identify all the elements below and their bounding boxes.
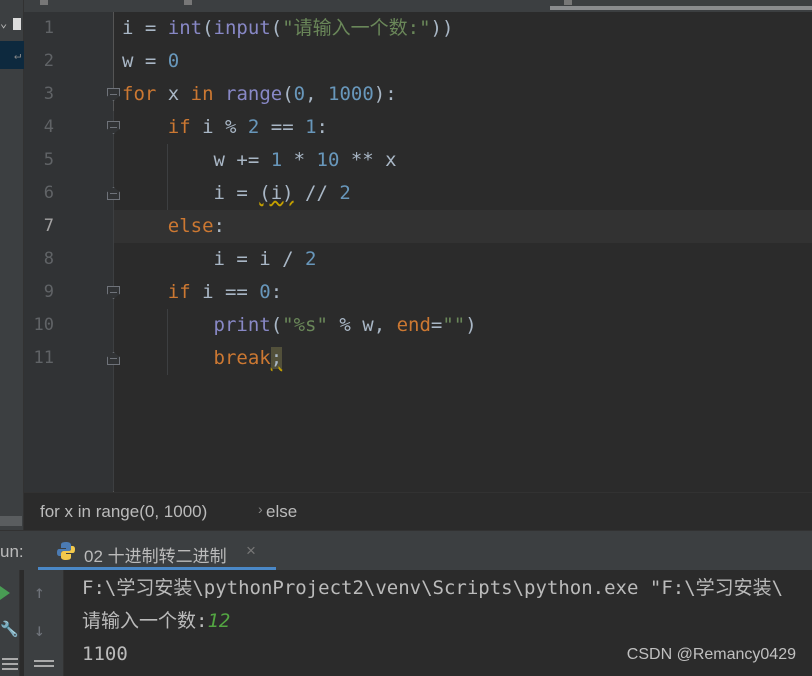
code-line[interactable]: 10 print("%s" % w, end="") [24,309,812,342]
tab-active-indicator[interactable] [550,6,812,10]
line-number: 4 [43,117,54,137]
breadcrumb: for x in range(0, 1000) › else [24,492,812,530]
code-line-current[interactable]: 7 else: [24,210,812,243]
run-toolbar-right: ↑ ↓ [24,570,64,676]
line-number: 6 [43,183,54,203]
return-icon: ↵ [14,48,22,62]
line-number: 11 [33,348,54,368]
fold-end-marker-icon[interactable] [107,352,120,365]
rerun-icon[interactable] [0,586,10,600]
soft-wrap-icon[interactable] [34,660,54,662]
breadcrumb-item-for-loop[interactable]: for x in range(0, 1000) [40,502,207,522]
code-line[interactable]: 5 w += 1 * 10 ** x [24,144,812,177]
fold-end-marker-icon[interactable] [107,187,120,200]
code-line[interactable]: 6 i = (i) // 2 [24,177,812,210]
line-number: 3 [43,84,54,104]
code-text[interactable]: for x in range(0, 1000): [122,78,397,111]
code-text[interactable]: i = i / 2 [122,243,317,276]
breadcrumb-item-else[interactable]: else [266,502,297,522]
tab-file-icon [564,0,572,5]
code-text[interactable]: w = 0 [122,45,179,78]
code-line[interactable]: 4 if i % 2 == 1: [24,111,812,144]
line-number: 10 [33,315,54,335]
chevron-right-icon: › [258,501,263,517]
line-number: 9 [43,282,54,302]
tab-file-icon [184,0,192,5]
code-text[interactable]: if i % 2 == 1: [122,111,328,144]
editor-tab-bar[interactable] [24,0,812,12]
python-icon [57,542,75,560]
run-tab-label: 02 十进制转二进制 [84,547,227,566]
line-number: 5 [43,150,54,170]
line-number: 2 [43,51,54,71]
run-config-tab[interactable]: 02 十进制转二进制 × [38,531,276,571]
code-text[interactable]: w += 1 * 10 ** x [122,144,397,177]
code-text[interactable]: print("%s" % w, end="") [122,309,477,342]
layout-icon[interactable] [2,658,18,660]
chevron-down-icon[interactable]: ⌄ [0,16,7,30]
run-console[interactable]: 🔧 ↑ ↓ F:\学习安装\pythonProject2\venv\Script… [0,570,812,676]
line-number: 7 [43,216,54,236]
code-text[interactable]: i = int(input("请输入一个数:")) [122,12,453,45]
code-line[interactable]: 8 i = i / 2 [24,243,812,276]
code-line[interactable]: 3 for x in range(0, 1000): [24,78,812,111]
code-line[interactable]: 11 break; [24,342,812,375]
file-icon [13,18,21,30]
code-line[interactable]: 2 w = 0 [24,45,812,78]
fold-marker-icon[interactable] [107,121,120,134]
arrow-down-icon[interactable]: ↓ [34,620,45,641]
code-editor[interactable]: 1 i = int(input("请输入一个数:")) 2 w = 0 3 fo… [24,12,812,492]
console-output: 1100 [82,643,128,665]
run-tool-window-header: un: 02 十进制转二进制 × [0,530,812,571]
run-toolbar-left: 🔧 [0,570,20,676]
watermark: CSDN @Remancy0429 [626,646,796,663]
horizontal-scrollbar[interactable] [0,516,22,526]
fold-marker-icon[interactable] [107,88,120,101]
code-text[interactable]: break; [122,342,283,375]
code-text[interactable]: else: [122,210,225,243]
wrench-icon[interactable]: 🔧 [0,620,19,638]
line-number: 8 [43,249,54,269]
code-text[interactable]: if i == 0: [122,276,282,309]
run-panel-label: un: [0,542,24,561]
console-user-input: 12 [207,610,231,632]
tab-file-icon [40,0,48,5]
project-panel-strip: ⌄ ↵ [0,0,24,530]
console-prompt-line: 请输入一个数:12 [82,605,230,638]
code-line[interactable]: 9 if i == 0: [24,276,812,309]
code-text[interactable]: i = (i) // 2 [122,177,351,210]
line-number: 1 [43,18,54,38]
code-line[interactable]: 1 i = int(input("请输入一个数:")) [24,12,812,45]
console-prompt: 请输入一个数: [82,610,208,632]
fold-marker-icon[interactable] [107,286,120,299]
console-command-line: F:\学习安装\pythonProject2\venv\Scripts\pyth… [82,577,784,599]
arrow-up-icon[interactable]: ↑ [34,582,45,603]
close-icon[interactable]: × [246,541,256,561]
